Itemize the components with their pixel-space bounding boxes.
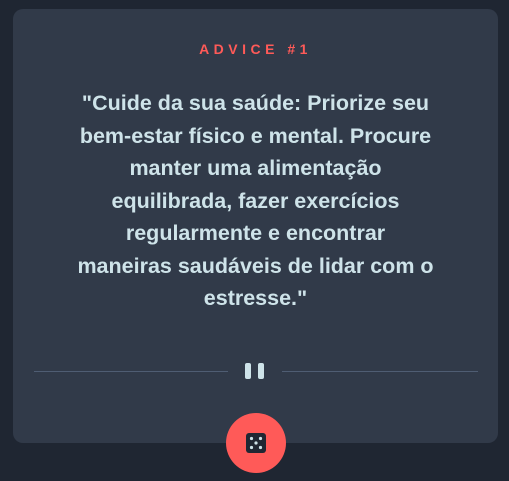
divider-right bbox=[282, 371, 478, 372]
pause-bar-right bbox=[258, 363, 264, 379]
page: ADVICE #1 "Cuide da sua saúde: Priorize … bbox=[0, 0, 509, 481]
advice-title: ADVICE #1 bbox=[199, 41, 312, 57]
new-advice-button[interactable] bbox=[226, 413, 286, 473]
pause-bar-left bbox=[245, 363, 251, 379]
pause-icon bbox=[245, 363, 265, 379]
divider-left bbox=[34, 371, 228, 372]
dice-icon bbox=[246, 433, 266, 453]
advice-card: ADVICE #1 "Cuide da sua saúde: Priorize … bbox=[13, 9, 498, 443]
advice-quote: "Cuide da sua saúde: Priorize seu bem-es… bbox=[77, 91, 434, 310]
